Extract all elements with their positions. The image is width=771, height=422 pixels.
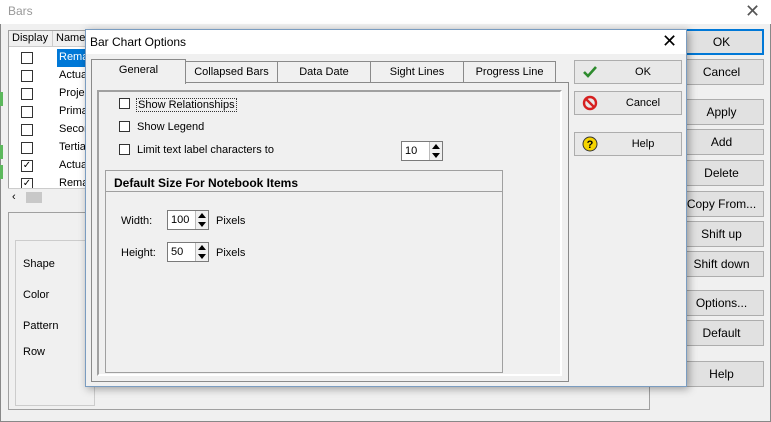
spin-up-icon[interactable]: [198, 213, 206, 218]
width-label: Width:: [121, 215, 153, 227]
dialog-close-icon[interactable]: ✕: [662, 31, 677, 52]
shift-up-button[interactable]: Shift up: [679, 221, 764, 247]
display-checkbox[interactable]: [21, 52, 33, 64]
height-unit-label: Pixels: [216, 247, 246, 259]
display-checkbox[interactable]: [21, 70, 33, 82]
tab-collapsed-bars[interactable]: Collapsed Bars: [185, 61, 278, 83]
dialog-help-label: Help: [631, 138, 655, 150]
add-button[interactable]: Add: [679, 129, 764, 155]
grid-header-name[interactable]: Name: [53, 31, 89, 47]
dialog-ok-label: OK: [635, 66, 651, 78]
checkmark-icon: [583, 66, 597, 78]
table-row[interactable]: Projec: [9, 85, 89, 103]
notebook-size-group: [105, 170, 503, 373]
tab-data-date[interactable]: Data Date: [277, 61, 371, 83]
spinner-arrows[interactable]: [195, 211, 208, 229]
spinner-arrows[interactable]: [195, 243, 208, 261]
display-checkbox[interactable]: [21, 124, 33, 136]
row-indicator: [0, 145, 3, 159]
shift-down-button[interactable]: Shift down: [679, 251, 764, 277]
row-indicator: [0, 165, 3, 179]
apply-button[interactable]: Apply: [679, 99, 764, 125]
show-relationships-label[interactable]: Show Relationships: [136, 98, 237, 112]
display-checkbox[interactable]: ✓: [21, 160, 33, 172]
cancel-button[interactable]: Cancel: [679, 59, 764, 85]
dialog-cancel-button[interactable]: Cancel: [574, 91, 682, 115]
bars-grid[interactable]: Display Name Remai Actua Projec Primar Secor…: [8, 30, 89, 206]
help-icon: ?: [582, 136, 598, 152]
grid-header-display[interactable]: Display: [9, 31, 53, 47]
limit-text-label[interactable]: Limit text label characters to: [137, 144, 274, 156]
table-row[interactable]: Actua: [9, 67, 89, 85]
limit-text-value[interactable]: 10: [405, 145, 417, 157]
bars-window-title: Bars: [8, 4, 33, 18]
bars-close-icon[interactable]: ✕: [745, 1, 760, 22]
copy-from-button[interactable]: Copy From...: [679, 191, 764, 217]
height-value[interactable]: 50: [171, 246, 183, 258]
options-button[interactable]: Options...: [679, 290, 764, 316]
width-value[interactable]: 100: [171, 214, 189, 226]
row-label: Row: [23, 346, 46, 358]
show-legend-checkbox[interactable]: [119, 121, 130, 132]
spin-down-icon[interactable]: [432, 153, 440, 158]
spin-up-icon[interactable]: [198, 245, 206, 250]
delete-button[interactable]: Delete: [679, 160, 764, 186]
tab-sight-lines[interactable]: Sight Lines: [370, 61, 464, 83]
bars-titlebar: [0, 0, 771, 24]
dialog-cancel-label: Cancel: [625, 97, 661, 109]
default-button[interactable]: Default: [679, 320, 764, 346]
dialog-ok-button[interactable]: OK: [574, 60, 682, 84]
table-row[interactable]: Secor: [9, 121, 89, 139]
show-legend-label[interactable]: Show Legend: [137, 121, 204, 133]
scroll-left-icon[interactable]: ‹: [12, 191, 16, 203]
svg-text:?: ?: [587, 139, 594, 151]
row-indicator: [0, 92, 3, 106]
limit-text-spinner[interactable]: 10: [401, 141, 443, 161]
table-row[interactable]: Tertiar: [9, 139, 89, 157]
dialog-help-button[interactable]: ? Help: [574, 132, 682, 156]
color-label: Color: [23, 289, 50, 301]
scroll-thumb[interactable]: [26, 192, 42, 203]
tab-general[interactable]: General: [91, 59, 186, 84]
shape-label: Shape: [23, 258, 55, 270]
spin-down-icon[interactable]: [198, 254, 206, 259]
display-checkbox[interactable]: [21, 106, 33, 118]
height-label: Height:: [121, 247, 156, 259]
table-row[interactable]: ✓ Actua: [9, 157, 89, 175]
width-spinner[interactable]: 100: [167, 210, 209, 230]
notebook-size-group-title: Default Size For Notebook Items: [114, 176, 299, 190]
ok-button[interactable]: OK: [679, 29, 764, 55]
table-row[interactable]: Primar: [9, 103, 89, 121]
dialog-title: Bar Chart Options: [90, 35, 187, 49]
pattern-label: Pattern: [23, 320, 59, 332]
spin-up-icon[interactable]: [432, 144, 440, 149]
no-entry-icon: [582, 95, 598, 111]
limit-text-checkbox[interactable]: [119, 144, 130, 155]
help-button[interactable]: Help: [679, 361, 764, 387]
table-row[interactable]: Remai: [9, 49, 89, 67]
display-checkbox[interactable]: [21, 88, 33, 100]
tab-progress-line[interactable]: Progress Line: [463, 61, 556, 83]
horizontal-scrollbar[interactable]: ‹: [8, 188, 88, 206]
bar-chart-options-dialog: Bar Chart Options ✕ General Collapsed Ba…: [85, 29, 687, 387]
display-checkbox[interactable]: [21, 142, 33, 154]
spinner-arrows[interactable]: [429, 142, 442, 160]
width-unit-label: Pixels: [216, 215, 246, 227]
spin-down-icon[interactable]: [198, 222, 206, 227]
show-relationships-checkbox[interactable]: [119, 98, 130, 109]
height-spinner[interactable]: 50: [167, 242, 209, 262]
